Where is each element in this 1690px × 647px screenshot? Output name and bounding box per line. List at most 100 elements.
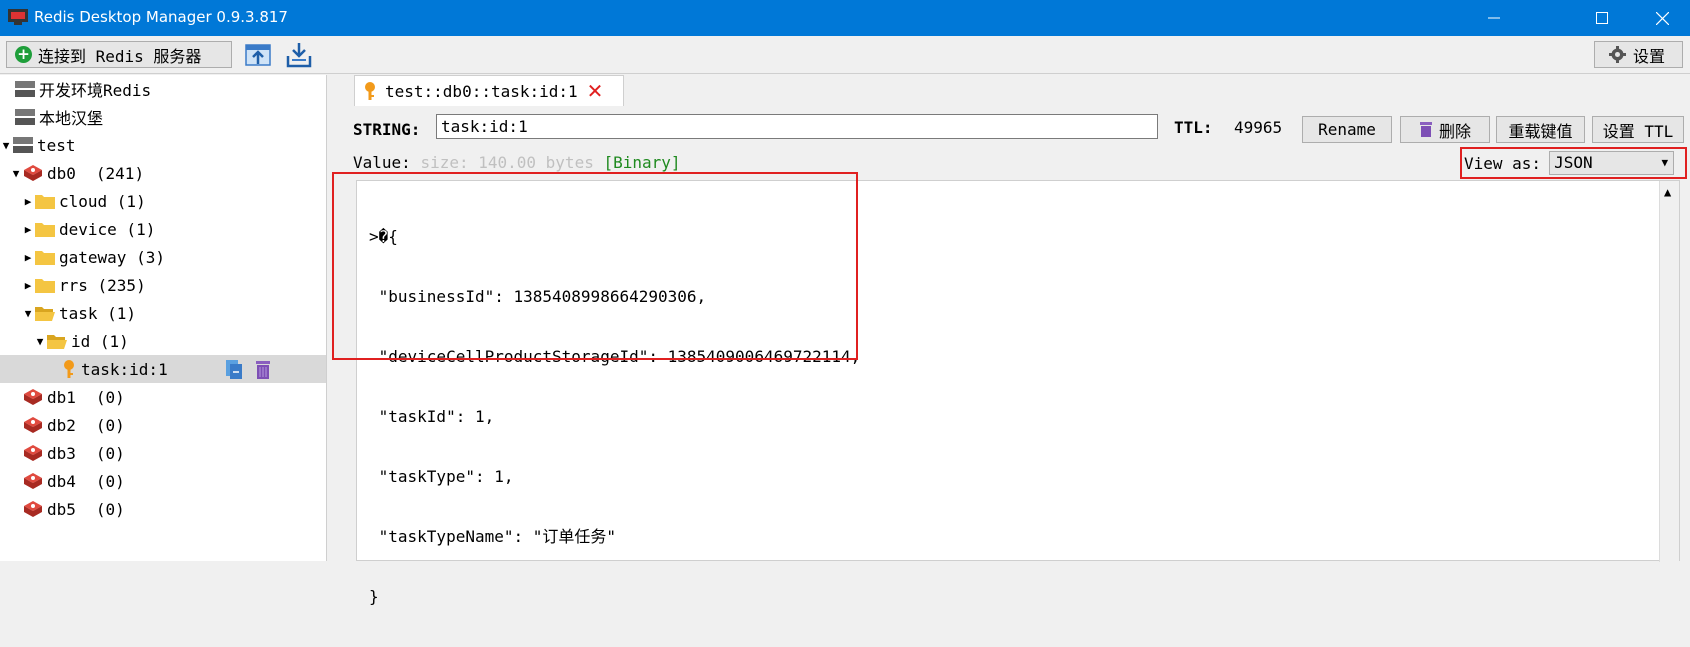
folder-icon [35,223,55,237]
collapsed-arrow-icon[interactable]: ▶ [22,223,34,236]
tree-db4[interactable]: db4 (0) [0,467,326,495]
tree-label: cloud (1) [59,191,146,211]
key-icon [64,360,74,378]
redis-db-icon [24,389,42,405]
tree-count: (0) [95,415,125,435]
reload-label: 重载键值 [1508,121,1573,141]
maximize-button[interactable] [1574,0,1630,36]
tree-label: db1 [47,387,76,407]
tree-label: 开发环境Redis [39,81,152,100]
delete-button[interactable]: 删除 [1400,116,1490,143]
tree-count: (0) [95,443,125,463]
tree-label: db3 [47,443,76,463]
tree-db1[interactable]: db1 (0) [0,383,326,411]
tree-count: (0) [95,387,125,407]
value-line: "taskTypeName": "订单任务" [369,527,617,546]
redis-app-icon [8,9,28,25]
import-icon[interactable] [243,40,273,70]
tree-folder-gateway[interactable]: ▶ gateway (3) [0,243,326,271]
title-bar: Redis Desktop Manager 0.9.3.817 [0,0,1690,36]
trash-icon[interactable] [254,358,272,380]
redis-db-icon [24,473,42,489]
key-name-input[interactable]: task:id:1 [436,114,1158,139]
tree-connection-local[interactable]: 本地汉堡 [0,103,326,131]
tree-db2[interactable]: db2 (0) [0,411,326,439]
rename-label: Rename [1318,120,1376,139]
connect-button[interactable]: + 连接到 Redis 服务器 [6,41,232,68]
tree-label: task (1) [59,303,137,323]
tree-connection-dev[interactable]: 开发环境Redis [0,75,326,103]
plus-icon: + [15,46,32,63]
server-icon [13,137,33,153]
export-icon[interactable] [284,40,314,70]
tree-label: task:id:1 [81,359,168,379]
tree-label: id (1) [71,331,129,351]
tree-folder-task[interactable]: ▼ task (1) [0,299,326,327]
expanded-arrow-icon[interactable]: ▼ [22,307,34,320]
folder-open-icon [35,307,55,321]
tree-label: db5 [47,499,76,519]
delete-label: 删除 [1438,121,1471,141]
settings-button[interactable]: 设置 [1594,41,1683,68]
key-view-panel: test::db0::task:id:1 ✕ STRING: task:id:1… [328,75,1690,606]
tree-count: (0) [95,471,125,491]
tree-db3[interactable]: db3 (0) [0,439,326,467]
server-icon [15,109,35,125]
ttl-value: 49965 [1234,118,1283,137]
collapsed-arrow-icon[interactable]: ▶ [22,195,34,208]
value-size: size: 140.00 bytes [420,153,594,172]
tree-folder-rrs[interactable]: ▶ rrs (235) [0,271,326,299]
tree-folder-device[interactable]: ▶ device (1) [0,215,326,243]
tree-db5[interactable]: db5 (0) [0,495,326,523]
folder-icon [35,251,55,265]
redis-db-icon [24,165,42,181]
binary-link[interactable]: [Binary] [603,153,680,172]
minimize-button[interactable] [1466,0,1522,36]
value-line: "taskId": 1, [369,407,495,426]
value-label: Value: [353,153,411,172]
redis-db-icon [24,445,42,461]
highlight-frame-view-as [1460,147,1687,179]
toolbar: + 连接到 Redis 服务器 设置 [0,36,1690,74]
connect-label: 连接到 Redis 服务器 [38,46,202,66]
tree-label: test [37,135,76,155]
close-button[interactable] [1634,0,1690,36]
scroll-up-icon[interactable]: ▲ [1664,185,1671,199]
key-icon [365,82,375,100]
tab-label: test::db0::task:id:1 [385,81,578,101]
reload-button[interactable]: 重载键值 [1496,116,1585,143]
expanded-arrow-icon[interactable]: ▼ [0,139,12,152]
gear-icon [1609,46,1626,63]
rename-button[interactable]: Rename [1302,116,1392,143]
tree-label: db0 [47,163,76,183]
tree-label: gateway (3) [59,247,165,267]
tree-folder-id[interactable]: ▼ id (1) [0,327,326,355]
tree-label: rrs (235) [59,275,146,295]
vertical-scrollbar[interactable]: ▲ [1659,181,1679,562]
expanded-arrow-icon[interactable]: ▼ [10,167,22,180]
tree-label: db4 [47,471,76,491]
close-tab-icon[interactable]: ✕ [587,79,604,103]
redis-db-icon [24,417,42,433]
tree-connection-test[interactable]: ▼ test [0,131,326,159]
set-ttl-button[interactable]: 设置 TTL [1592,116,1684,143]
connection-tree: 开发环境Redis 本地汉堡 ▼ test ▼ db0 (241) ▶ clou… [0,75,327,561]
tree-folder-cloud[interactable]: ▶ cloud (1) [0,187,326,215]
collapsed-arrow-icon[interactable]: ▶ [22,279,34,292]
folder-icon [35,195,55,209]
redis-db-icon [24,501,42,517]
expanded-arrow-icon[interactable]: ▼ [34,335,46,348]
close-icon [1655,11,1669,25]
value-line: "taskType": 1, [369,467,514,486]
tree-key-task-id-1[interactable]: task:id:1 [0,355,326,383]
ttl-label: TTL: [1174,118,1213,137]
tree-count: (0) [95,499,125,519]
tree-db0[interactable]: ▼ db0 (241) [0,159,326,187]
settings-label: 设置 [1633,46,1666,66]
tab-key-view[interactable]: test::db0::task:id:1 ✕ [354,75,624,106]
tree-count: (241) [95,163,145,183]
folder-icon [35,279,55,293]
copy-key-icon[interactable] [224,358,244,380]
window-title: Redis Desktop Manager 0.9.3.817 [34,8,288,26]
collapsed-arrow-icon[interactable]: ▶ [22,251,34,264]
